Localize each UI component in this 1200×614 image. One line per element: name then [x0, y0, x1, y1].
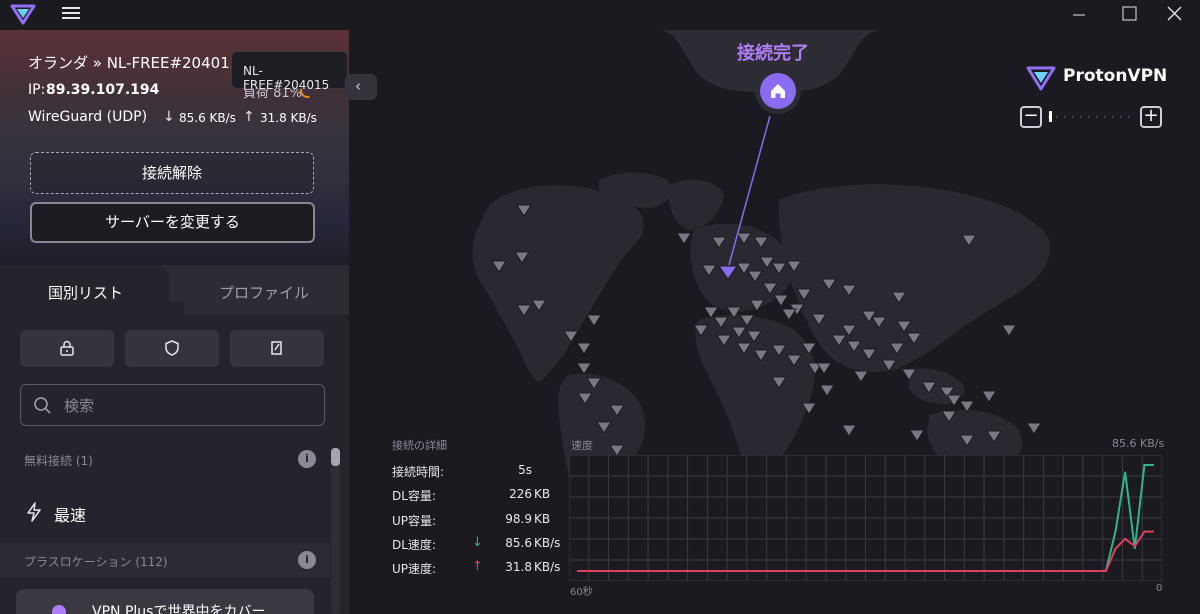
minimize-button[interactable]: [1056, 0, 1102, 30]
server-marker[interactable]: [841, 424, 857, 437]
speed-chart-title: 速度: [571, 439, 593, 452]
zoom-in-button[interactable]: +: [1140, 106, 1162, 128]
globe-icon: [52, 605, 66, 614]
stat-row-upload-volume: UP容量: 98.9 KB: [392, 512, 562, 532]
proton-logo-icon[interactable]: [10, 3, 36, 25]
scrollbar-track[interactable]: [331, 448, 340, 614]
title-bar: [0, 0, 1200, 30]
upload-arrow-icon: ↑: [243, 109, 255, 125]
server-marker[interactable]: [773, 294, 789, 307]
search-icon: [34, 397, 51, 414]
plus-section-header: プラスロケーション (112) i: [0, 543, 330, 578]
stat-label: DL容量:: [392, 489, 436, 503]
stat-unit: KB/s: [534, 560, 561, 574]
server-marker[interactable]: [1001, 324, 1017, 337]
server-marker[interactable]: [816, 362, 832, 375]
netshield-filter-button[interactable]: [125, 330, 219, 367]
connection-details-title: 接続の詳細: [392, 439, 447, 452]
tab-countries-label[interactable]: 国別リスト: [48, 282, 123, 303]
stat-value: 98.9: [505, 512, 532, 526]
server-marker[interactable]: [909, 429, 925, 442]
stat-label: DL速度:: [392, 538, 436, 552]
protocol-label: WireGuard (UDP): [28, 109, 148, 125]
ip-label: IP:: [28, 82, 46, 98]
lightning-icon: [27, 502, 41, 522]
stat-label: UP速度:: [392, 562, 437, 576]
fastest-label: 最速: [54, 506, 87, 525]
server-marker[interactable]: [576, 342, 592, 355]
free-section-header: 無料接続 (1) i: [0, 442, 330, 477]
free-section-label: 無料接続 (1): [24, 454, 93, 468]
edit-doc-icon: [271, 341, 282, 355]
stat-unit: KB/s: [534, 536, 561, 550]
connection-title: オランダ » NL-FREE#204015: [28, 54, 240, 72]
server-marker[interactable]: [576, 362, 592, 375]
server-marker[interactable]: [676, 232, 692, 245]
stat-value: 85.6: [505, 536, 532, 550]
info-icon[interactable]: i: [298, 450, 316, 468]
stat-row-download-volume: DL容量: 226 KB: [392, 487, 562, 507]
zoom-slider-knob[interactable]: [1049, 111, 1052, 122]
server-marker[interactable]: [819, 384, 835, 397]
home-icon: [771, 84, 785, 98]
stat-unit: KB: [534, 512, 551, 526]
server-marker[interactable]: [781, 308, 797, 321]
server-tooltip: NL-FREE#204015: [231, 51, 348, 92]
tor-filter-button[interactable]: [230, 330, 324, 367]
lock-icon: [60, 340, 74, 356]
server-marker[interactable]: [586, 314, 602, 327]
collapse-sidebar-button[interactable]: ‹: [345, 74, 377, 100]
download-arrow-icon: ↓: [163, 109, 175, 125]
search-box[interactable]: 検索: [20, 384, 325, 426]
server-marker[interactable]: [1026, 422, 1042, 435]
zoom-out-button[interactable]: −: [1020, 106, 1042, 128]
zoom-slider[interactable]: [1048, 116, 1136, 118]
speed-chart-x-start: 60秒: [570, 587, 593, 598]
speed-chart-max: 85.6 KB/s: [1112, 437, 1165, 450]
stat-value: 5s: [518, 463, 532, 477]
upgrade-promo-banner[interactable]: VPN Plusで世界中をカバー: [16, 589, 314, 614]
stat-value: 226: [509, 487, 532, 501]
hamburger-menu-icon[interactable]: [60, 4, 82, 24]
stat-unit: KB: [534, 487, 551, 501]
tab-profiles[interactable]: プロファイル: [219, 282, 309, 303]
plus-section-label: プラスロケーション (112): [24, 555, 168, 569]
speed-chart-x-end: 0: [1156, 583, 1163, 594]
home-location-pin[interactable]: [760, 73, 796, 109]
proton-vpn-window: オランダ » NL-FREE#204015 IP: 89.39.107.194 …: [0, 0, 1200, 614]
sidebar: オランダ » NL-FREE#204015 IP: 89.39.107.194 …: [0, 30, 349, 614]
connection-status: 接続完了: [737, 43, 809, 64]
shield-icon: [165, 340, 179, 356]
protonvpn-logo-icon: [1026, 66, 1056, 91]
promo-text: VPN Plusで世界中をカバー: [92, 604, 266, 614]
stat-label: UP容量:: [392, 514, 437, 528]
upload-arrow-icon: ↑: [472, 559, 483, 574]
change-server-button[interactable]: サーバーを変更する: [30, 202, 315, 243]
disconnect-button[interactable]: 接続解除: [30, 152, 314, 194]
speed-chart: [569, 455, 1162, 581]
upload-rate: 31.8 KB/s: [260, 111, 317, 125]
scrollbar-thumb[interactable]: [331, 448, 340, 466]
stat-row-download-speed: DL速度: ↓ 85.6 KB/s: [392, 535, 562, 556]
maximize-button[interactable]: [1106, 0, 1152, 30]
fastest-server-item[interactable]: 最速: [0, 492, 330, 532]
stat-label: 接続時間:: [392, 465, 445, 479]
server-marker[interactable]: [853, 370, 869, 383]
ip-address: 89.39.107.194: [46, 82, 160, 98]
download-arrow-icon: ↓: [472, 535, 483, 550]
chevron-left-icon: ‹: [355, 77, 361, 95]
server-marker[interactable]: [981, 390, 997, 403]
stat-value: 31.8: [505, 560, 532, 574]
close-button[interactable]: [1152, 0, 1198, 30]
search-input[interactable]: 検索: [64, 395, 94, 416]
info-icon[interactable]: i: [298, 551, 316, 569]
brand-name: ProtonVPN: [1063, 66, 1168, 86]
stat-row-upload-speed: UP速度: ↑ 31.8 KB/s: [392, 559, 562, 580]
stat-row-duration: 接続時間: 5s: [392, 463, 562, 483]
download-rate: 85.6 KB/s: [179, 111, 236, 125]
secure-core-filter-button[interactable]: [20, 330, 114, 367]
